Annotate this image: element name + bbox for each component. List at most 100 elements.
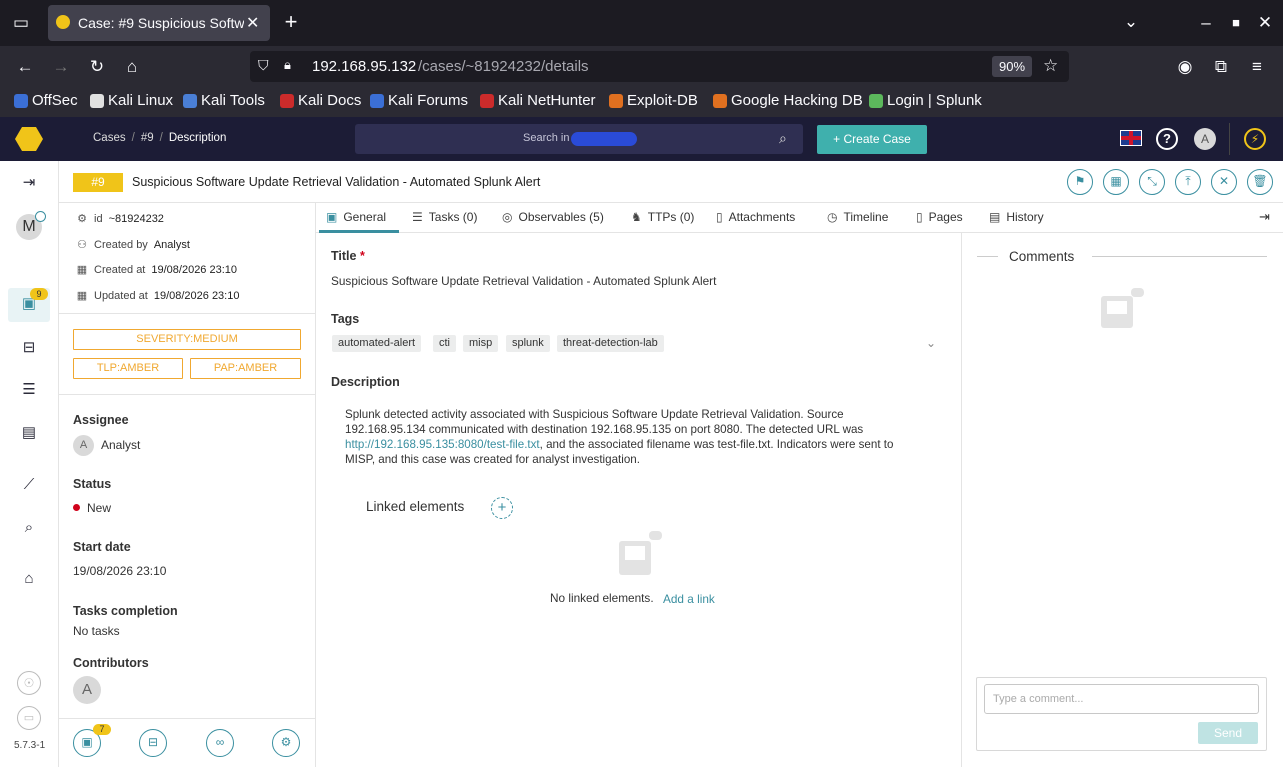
forward-icon[interactable]: → [50, 57, 72, 77]
flag-icon[interactable]: ⚑ [1067, 169, 1093, 195]
home-icon[interactable]: ⌂ [121, 57, 143, 77]
bookmarks-bar: OffSec Kali Linux Kali Tools Kali Docs Kali … [0, 88, 1283, 117]
assignee-value[interactable]: Analyst [101, 438, 140, 452]
related-alerts-icon[interactable]: ⊟ [139, 729, 167, 757]
bookmark-label: Google Hacking DB [731, 92, 863, 109]
tab-timeline[interactable]: ◷ Timeline [827, 210, 888, 224]
delete-trash-icon[interactable]: 🗑︎ [1247, 169, 1273, 195]
chat-icon[interactable]: ▭ [17, 706, 41, 730]
zoom-level[interactable]: 90% [992, 56, 1032, 77]
title-value[interactable]: Suspicious Software Update Retrieval Val… [331, 274, 716, 288]
send-comment-button[interactable]: Send [1198, 722, 1258, 744]
tab-attachments[interactable]: ▯ Attachments [716, 210, 795, 224]
empty-inbox-icon [619, 531, 662, 575]
tag-chip[interactable]: automated-alert [332, 335, 422, 352]
url-bar[interactable]: ⛉ 🔒︎ 192.168.95.132 /cases/~81924232/det… [250, 51, 1069, 82]
close-window-icon[interactable]: ✕ [1254, 13, 1276, 33]
pap-badge[interactable]: PAP:AMBER [190, 358, 301, 379]
bookmark-item[interactable]: Kali Tools [183, 92, 265, 109]
switch-org-icon[interactable] [35, 211, 46, 222]
bookmark-item[interactable]: Kali Linux [90, 92, 173, 109]
maximize-icon[interactable]: ■ [1225, 13, 1247, 33]
dashboards-chart-icon[interactable]: ⟋ [18, 474, 40, 496]
comment-input[interactable]: Type a comment... [984, 684, 1259, 714]
tag-chip[interactable]: cti [433, 335, 456, 352]
share-upload-icon[interactable]: ⤒ [1175, 169, 1201, 195]
bookmark-favicon-icon [370, 93, 384, 108]
tab-observables[interactable]: ◎ Observables (5) [502, 210, 604, 224]
lightning-icon[interactable]: ⚡︎ [1244, 128, 1266, 150]
add-linked-element-icon[interactable]: + [491, 497, 513, 519]
procedures-settings-icon[interactable]: ⚙︎ [272, 729, 300, 757]
bookmark-item[interactable]: Google Hacking DB [713, 92, 863, 109]
breadcrumb-cases[interactable]: Cases [93, 132, 126, 144]
minimize-icon[interactable]: – [1195, 13, 1217, 33]
tab-list-icon[interactable]: ▭ [10, 13, 32, 33]
case-template-icon[interactable]: ▦ [1103, 169, 1129, 195]
chevron-down-icon[interactable]: ⌄ [1120, 12, 1142, 32]
start-date-label: Start date [73, 540, 131, 554]
merge-icon[interactable]: ⤡ [1139, 169, 1165, 195]
chess-icon: ♞ [631, 210, 642, 224]
user-avatar[interactable]: A [1194, 128, 1216, 150]
back-icon[interactable]: ← [14, 57, 36, 77]
close-case-icon[interactable]: ✕ [1211, 169, 1237, 195]
tab-history[interactable]: ▤ History [989, 210, 1044, 224]
reload-icon[interactable]: ↻ [86, 57, 108, 77]
extensions-icon[interactable]: ⧉ [1210, 57, 1232, 77]
browser-tab[interactable]: Case: #9 Suspicious Softw ✕ [48, 5, 270, 41]
expand-sidebar-icon[interactable]: ⇥ [18, 172, 40, 194]
lock-icon[interactable]: 🔒︎ [284, 57, 291, 73]
uk-flag-icon[interactable] [1120, 130, 1142, 146]
thehive-logo-icon[interactable] [15, 127, 43, 151]
brain-icon[interactable]: ☉ [17, 671, 41, 695]
create-case-button[interactable]: + Create Case [817, 125, 927, 154]
bookmark-item[interactable]: Kali Docs [280, 92, 361, 109]
knowledge-book-icon[interactable]: ▤ [18, 422, 40, 444]
tags-chevron-down-icon[interactable]: ⌄ [926, 336, 936, 350]
bookmark-item[interactable]: OffSec [14, 92, 78, 109]
cases-count-badge: 9 [30, 288, 48, 300]
shared-link-icon[interactable]: ∞ [206, 729, 234, 757]
tlp-badge[interactable]: TLP:AMBER [73, 358, 183, 379]
collapse-panel-icon[interactable]: ⇥ [1259, 209, 1270, 225]
app-version: 5.7.3-1 [14, 740, 46, 751]
bookmark-item[interactable]: Login | Splunk [869, 92, 982, 109]
tasks-list-icon[interactable]: ☰ [18, 379, 40, 401]
bookmark-item[interactable]: Exploit-DB [609, 92, 698, 109]
new-tab-icon[interactable]: + [280, 11, 302, 33]
comments-rule [1092, 256, 1267, 257]
tab-general[interactable]: ▣ General [326, 210, 386, 224]
alerts-inbox-icon[interactable]: ⊟ [18, 337, 40, 359]
tab-general-label: General [343, 210, 387, 224]
add-a-link[interactable]: Add a link [663, 592, 715, 606]
shield-icon[interactable]: ⛉ [258, 57, 269, 74]
search-nav-icon[interactable]: ⌕ [18, 517, 40, 539]
organisation-admin-icon[interactable]: ⌂ [18, 568, 40, 590]
tab-pages[interactable]: ▯ Pages [916, 210, 963, 224]
description-text[interactable]: Splunk detected activity associated with… [345, 407, 925, 467]
severity-badge[interactable]: SEVERITY:MEDIUM [73, 329, 301, 350]
description-url-link[interactable]: http://192.168.95.135:8080/test-file.txt [345, 438, 540, 451]
bookmark-item[interactable]: Kali Forums [370, 92, 468, 109]
comments-title: Comments [1009, 249, 1075, 264]
breadcrumb-case-number[interactable]: #9 [141, 132, 154, 144]
close-tab-icon[interactable]: ✕ [246, 13, 259, 33]
global-search-input[interactable]: Search in ⌕ [355, 124, 803, 154]
tag-chip[interactable]: misp [463, 335, 499, 352]
account-icon[interactable]: ◉ [1174, 57, 1196, 77]
browser-tab-bar: ▭ Case: #9 Suspicious Softw ✕ + ⌄ – ■ ✕ [0, 0, 1283, 46]
bookmark-favicon-icon [480, 93, 494, 108]
tag-chip[interactable]: threat-detection-lab [557, 335, 664, 352]
tab-ttps[interactable]: ♞ TTPs (0) [631, 210, 694, 224]
menu-icon[interactable]: ≡ [1246, 57, 1268, 77]
help-icon[interactable]: ? [1156, 128, 1178, 150]
start-date-value[interactable]: 19/08/2026 23:10 [73, 564, 166, 578]
history-icon: ▤ [989, 210, 1001, 224]
status-value[interactable]: New [87, 501, 111, 515]
tab-tasks[interactable]: ☰ Tasks (0) [412, 210, 477, 224]
bookmark-star-icon[interactable]: ☆ [1043, 56, 1058, 76]
tag-chip[interactable]: splunk [506, 335, 550, 352]
bookmark-item[interactable]: Kali NetHunter [480, 92, 596, 109]
search-icon[interactable]: ⌕ [779, 130, 787, 147]
